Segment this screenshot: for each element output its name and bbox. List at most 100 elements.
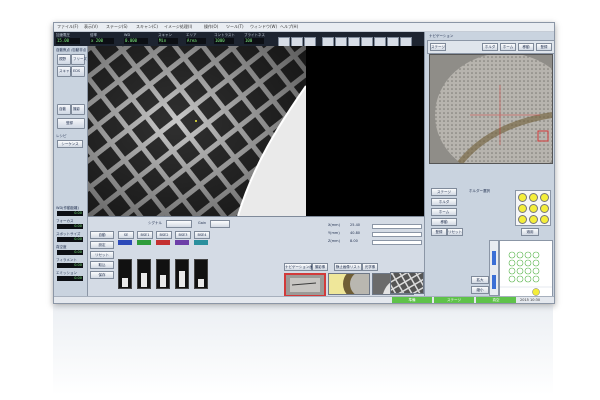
tab-navigation-image[interactable]: ナビゲーション画像 [284, 263, 316, 271]
readout-vacuum-value: 0.00 [57, 250, 83, 255]
status-vacuum: 真空 [476, 297, 516, 303]
stage-y-slider[interactable] [372, 232, 422, 237]
thumbnail-grid-mesh[interactable] [390, 272, 424, 294]
capture-button[interactable]: 撮影 [71, 104, 85, 115]
detector-color-bse2[interactable] [156, 240, 170, 245]
thumbnail-holder-overview[interactable] [284, 273, 326, 297]
register-button[interactable]: 登録 [57, 118, 85, 129]
accelerating-voltage-value[interactable]: 15.00 [56, 38, 80, 44]
menu-image-processing[interactable]: イメージ処理(I) [164, 24, 192, 30]
acquire-button[interactable]: 取込 [90, 261, 114, 269]
menu-window[interactable]: ウィンドウ(W) [250, 24, 277, 30]
navigation-panel: ナビゲーション ステージ ホルダ ホーム 移動 登録 ステージ ホルダ ホーム … [424, 32, 554, 303]
zoom-slider-handle-lower[interactable] [492, 275, 496, 289]
secondary-viewport[interactable] [306, 46, 424, 216]
nav-home-button[interactable]: ホーム [500, 43, 516, 51]
wd-value[interactable]: 0.000 [124, 38, 148, 44]
detector-select-bse4[interactable]: BSE4 [194, 231, 210, 239]
detector-color-se[interactable] [118, 240, 132, 245]
menu-operation[interactable]: 操作(O) [204, 24, 218, 30]
holder-position-5[interactable] [529, 204, 538, 213]
holder-position-6[interactable] [540, 204, 549, 213]
settings-button[interactable]: 設定 [90, 241, 114, 249]
holder-apply-button[interactable]: 適用 [521, 228, 539, 236]
recipe-select[interactable]: シーケンス [57, 140, 83, 148]
auto-adjust-button[interactable]: 自動 [90, 231, 114, 239]
menu-help[interactable]: ヘルプ(H) [280, 24, 298, 30]
detector-select-se[interactable]: SE [118, 231, 134, 239]
detector-select-bse1[interactable]: BSE1 [137, 231, 153, 239]
menu-bar: ファイル(F) 表示(V) ステージ(S) スキャン(C) イメージ処理(I) … [54, 23, 554, 32]
detector-level-bse1[interactable] [137, 259, 151, 289]
menu-file[interactable]: ファイル(F) [57, 24, 78, 30]
holder-position-2[interactable] [529, 193, 538, 202]
holder-button-2[interactable]: ホルダ [431, 198, 457, 206]
status-ready: 準備 [392, 297, 432, 303]
holder-button-4[interactable]: 移動 [431, 218, 457, 226]
scan-button[interactable]: スキャン [57, 66, 73, 77]
holder-button-1[interactable]: ステージ [431, 188, 457, 196]
holder-map[interactable] [499, 240, 553, 300]
detector-level-bse4[interactable] [194, 259, 208, 289]
menu-view[interactable]: 表示(V) [84, 24, 98, 30]
eds-button[interactable]: EDS [71, 66, 85, 77]
save-button[interactable]: 保存 [90, 271, 114, 279]
readout-focus-value: 0.00 [57, 224, 83, 229]
auto-button[interactable]: 自動 [57, 104, 71, 115]
stage-z-slider[interactable] [372, 240, 422, 245]
holder-position-4[interactable] [518, 204, 527, 213]
area-value[interactable]: Area [186, 38, 206, 44]
tab-captured-image[interactable]: 撮影像 [312, 263, 328, 271]
zoom-out-button[interactable]: 縮小 [471, 286, 489, 294]
stage-y-label: Y(mm) [328, 231, 340, 235]
brightness-value[interactable]: 100 [244, 38, 264, 44]
gain-select[interactable] [210, 220, 230, 228]
contrast-value[interactable]: 1000 [214, 38, 234, 44]
signal-select[interactable] [166, 220, 192, 228]
holder-button-6[interactable]: リセット [447, 228, 463, 236]
detector-color-bse1[interactable] [137, 240, 151, 245]
nav-move-button[interactable]: 移動 [518, 43, 534, 51]
sem-application-window: ファイル(F) 表示(V) ステージ(S) スキャン(C) イメージ処理(I) … [53, 22, 555, 304]
holder-map-drawing [500, 251, 552, 296]
detector-color-bse3[interactable] [175, 240, 189, 245]
zoom-slider-handle[interactable] [492, 251, 496, 265]
zoom-slider-track[interactable] [489, 240, 499, 296]
menu-scan[interactable]: スキャン(C) [136, 24, 158, 30]
tab-still-image-list[interactable]: 静止画像リスト [334, 263, 362, 271]
stage-x-slider[interactable] [372, 224, 422, 229]
view-button[interactable]: 視野 [57, 54, 71, 65]
tab-optical-image[interactable]: 光学像 [362, 263, 378, 271]
zoom-in-button[interactable]: 拡大 [471, 276, 489, 284]
holder-button-3[interactable]: ホーム [431, 208, 457, 216]
status-time: 2015 10:30 [520, 298, 541, 302]
detector-color-bse4[interactable] [194, 240, 208, 245]
sem-live-image[interactable] [88, 46, 306, 216]
holder-button-5[interactable]: 登録 [431, 228, 447, 236]
holder-position-1[interactable] [518, 193, 527, 202]
thumbnail-optical-yellow[interactable] [328, 273, 370, 295]
detector-level-bse3[interactable] [175, 259, 189, 289]
detector-level-se[interactable] [118, 259, 132, 289]
detector-select-bse2[interactable]: BSE2 [156, 231, 172, 239]
holder-position-9[interactable] [540, 215, 549, 224]
navigation-title: ナビゲーション [429, 34, 454, 38]
holder-position-8[interactable] [529, 215, 538, 224]
nav-register-button[interactable]: 登録 [536, 43, 552, 51]
scan-value[interactable]: Min [158, 38, 178, 44]
freeze-button[interactable]: フリーズ [71, 54, 87, 65]
detector-select-bse3[interactable]: BSE3 [175, 231, 191, 239]
holder-position-7[interactable] [518, 215, 527, 224]
menu-stage[interactable]: ステージ(S) [106, 24, 128, 30]
detector-level-fill [141, 273, 147, 287]
detector-level-bse2[interactable] [156, 259, 170, 289]
nav-holder-button[interactable]: ホルダ [482, 43, 498, 51]
holder-position-3[interactable] [540, 193, 549, 202]
capture-button-label: 撮影 [73, 107, 80, 111]
readout-filament-value: 0.00 [57, 263, 83, 268]
navigation-overview-image[interactable] [429, 54, 553, 164]
menu-tools[interactable]: ツール(T) [226, 24, 244, 30]
magnification-value[interactable]: x 200 [90, 38, 114, 44]
nav-stage-button[interactable]: ステージ [430, 43, 446, 51]
reset-button[interactable]: リセット [90, 251, 114, 259]
